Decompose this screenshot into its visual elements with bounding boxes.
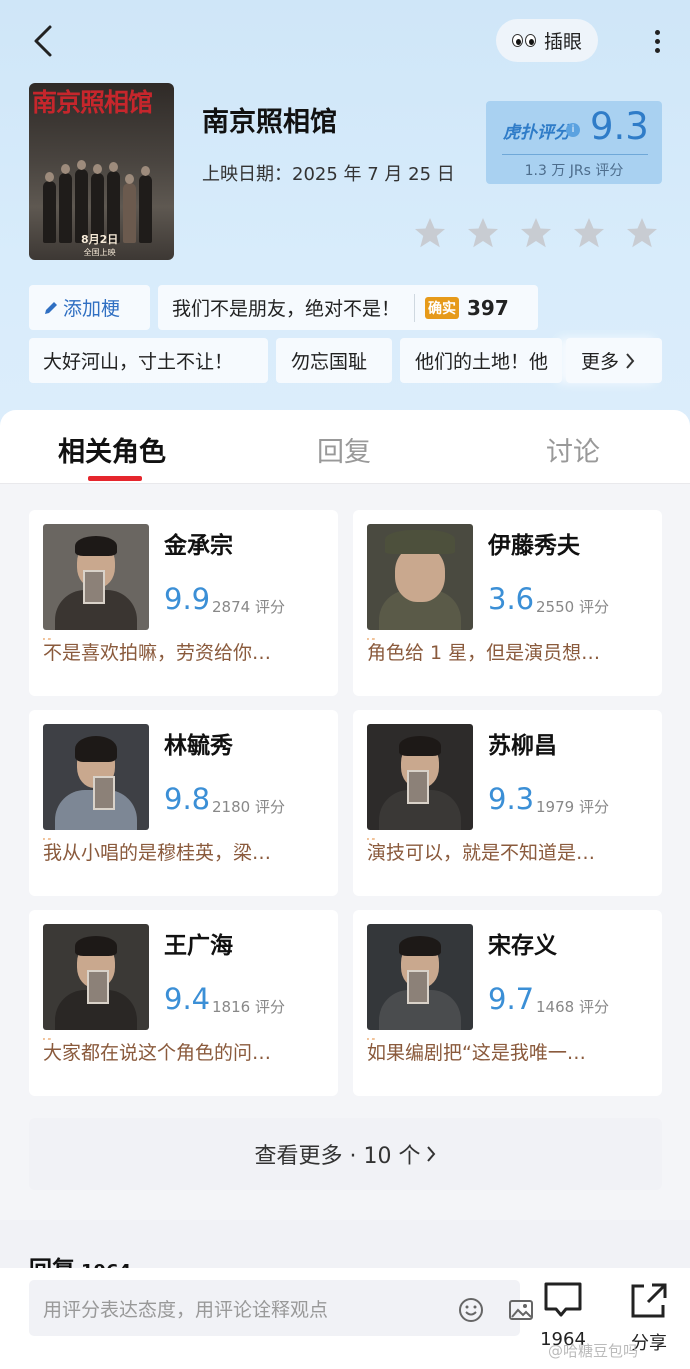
- movie-header: 插眼 南京照相馆 8月2日 全国上映 南京照相馆 上映日期：2025 年 7 月…: [0, 0, 690, 440]
- more-tags-label: 更多: [581, 351, 620, 373]
- role-name: 宋存义: [488, 933, 557, 959]
- role-photo: [43, 924, 149, 1030]
- movie-title: 南京照相馆: [202, 107, 337, 138]
- role-card[interactable]: 金承宗 9.9 2874 评分 不是喜欢拍嘛，劳资给你…: [29, 510, 338, 696]
- role-rating-count: 1468 评分: [536, 998, 609, 1016]
- role-rating-count: 2874 评分: [212, 598, 285, 616]
- role-photo: [367, 924, 473, 1030]
- role-card[interactable]: 苏柳昌 9.3 1979 评分 演技可以，就是不知道是…: [353, 710, 662, 896]
- see-more-roles-button[interactable]: 查看更多 · 10 个: [29, 1118, 662, 1190]
- active-tab-indicator: [88, 476, 142, 481]
- role-name: 王广海: [164, 933, 233, 959]
- more-dot-icon: [654, 47, 660, 53]
- agree-badge: 确实: [425, 296, 460, 319]
- bookmark-label: 插眼: [543, 31, 582, 53]
- see-more-label: 查看更多 · 10 个: [254, 1144, 421, 1169]
- chevron-left-icon: [34, 25, 52, 57]
- eyes-icon: [511, 34, 536, 47]
- role-quote: 不是喜欢拍嘛，劳资给你…: [43, 638, 333, 665]
- star-icon[interactable]: [412, 215, 448, 251]
- tag-chip[interactable]: 大好河山，寸土不让！: [29, 338, 268, 383]
- watermark: @哈糖豆包吗: [548, 1342, 639, 1360]
- role-card[interactable]: 伊藤秀夫 3.6 2550 评分 角色给 1 星，但是演员想…: [353, 510, 662, 696]
- content-sheet: 相关角色 回复 讨论 金承宗 9.9 2874 评分 不是喜欢拍嘛，劳资给你… …: [0, 410, 690, 1220]
- comment-placeholder: 用评分表达态度，用评论诠释观点: [43, 1298, 329, 1321]
- star-icon[interactable]: [518, 215, 554, 251]
- star-icon[interactable]: [465, 215, 501, 251]
- chip-divider: [414, 293, 416, 322]
- rating-stars[interactable]: [412, 215, 660, 251]
- role-name: 林毓秀: [164, 733, 233, 759]
- tag-text: 大好河山，寸土不让！: [43, 351, 234, 373]
- tag-chip[interactable]: 我们不是朋友，绝对不是！ 确实 397: [158, 285, 538, 330]
- roles-grid: 金承宗 9.9 2874 评分 不是喜欢拍嘛，劳资给你… 伊藤秀夫 3.6 25…: [0, 484, 690, 1220]
- role-quote: 角色给 1 星，但是演员想…: [367, 638, 657, 665]
- role-score: 3.6: [488, 582, 535, 616]
- role-score: 9.7: [488, 982, 535, 1016]
- score-divider: [502, 154, 648, 155]
- role-quote: 如果编剧把“这是我唯一…: [367, 1038, 657, 1065]
- add-tag-label: 添加梗: [63, 298, 121, 320]
- tag-text: 我们不是朋友，绝对不是！: [172, 298, 401, 320]
- role-rating-count: 2550 评分: [536, 598, 609, 616]
- role-score: 9.4: [164, 982, 211, 1016]
- bookmark-button[interactable]: 插眼: [496, 19, 598, 62]
- tab-bar: 相关角色 回复 讨论: [0, 410, 690, 484]
- comment-bubble-icon: [544, 1282, 582, 1317]
- tag-chip[interactable]: 他们的土地！他: [400, 338, 562, 383]
- tab-replies[interactable]: 回复: [317, 430, 371, 469]
- role-score: 9.3: [488, 782, 535, 816]
- movie-poster[interactable]: 南京照相馆 8月2日 全国上映: [29, 83, 174, 260]
- more-dot-icon: [654, 38, 660, 44]
- poster-date: 8月2日 全国上映: [81, 233, 119, 257]
- more-dot-icon: [654, 29, 660, 35]
- role-quote: 我从小唱的是穆桂英，梁…: [43, 838, 333, 865]
- role-quote: 大家都在说这个角色的问…: [43, 1038, 333, 1065]
- role-name: 苏柳昌: [488, 733, 557, 759]
- star-icon[interactable]: [624, 215, 660, 251]
- role-quote: 演技可以，就是不知道是…: [367, 838, 657, 865]
- comment-input[interactable]: 用评分表达态度，用评论诠释观点: [29, 1280, 533, 1336]
- role-rating-count: 1816 评分: [212, 998, 285, 1016]
- info-icon: i: [566, 123, 580, 137]
- overall-score: 9.3: [590, 105, 649, 148]
- role-photo: [43, 524, 149, 630]
- role-photo: [367, 724, 473, 830]
- replies-section-heading: 回复1964: [29, 1257, 131, 1270]
- image-icon[interactable]: [507, 1296, 535, 1324]
- star-icon[interactable]: [571, 215, 607, 251]
- tag-chip[interactable]: 勿忘国耻: [276, 338, 392, 383]
- poster-title: 南京照相馆: [32, 88, 153, 117]
- add-tag-button[interactable]: 添加梗: [29, 285, 150, 330]
- chevron-right-icon: [427, 1146, 436, 1162]
- share-icon: [631, 1283, 667, 1318]
- tab-discussion[interactable]: 讨论: [546, 430, 600, 469]
- role-rating-count: 2180 评分: [212, 798, 285, 816]
- score-count: 1.3 万 JRs 评分: [524, 163, 624, 179]
- role-card[interactable]: 林毓秀 9.8 2180 评分 我从小唱的是穆桂英，梁…: [29, 710, 338, 896]
- tab-roles[interactable]: 相关角色: [58, 430, 166, 469]
- release-date: 上映日期：2025 年 7 月 25 日: [202, 164, 455, 185]
- role-score: 9.9: [164, 582, 211, 616]
- emoji-icon[interactable]: [457, 1296, 485, 1324]
- agree-count: 397: [467, 295, 509, 320]
- role-card[interactable]: 宋存义 9.7 1468 评分 如果编剧把“这是我唯一…: [353, 910, 662, 1096]
- role-card[interactable]: 王广海 9.4 1816 评分 大家都在说这个角色的问…: [29, 910, 338, 1096]
- more-options-button[interactable]: [640, 22, 674, 60]
- chevron-right-icon: [626, 352, 635, 369]
- more-tags-button[interactable]: 更多: [566, 338, 662, 383]
- score-card[interactable]: 虎扑评分 i 9.3 1.3 万 JRs 评分: [486, 101, 662, 184]
- role-photo: [367, 524, 473, 630]
- tag-text: 勿忘国耻: [291, 351, 368, 373]
- role-photo: [43, 724, 149, 830]
- back-button[interactable]: [26, 22, 60, 60]
- score-logo: 虎扑评分: [503, 123, 571, 143]
- role-name: 金承宗: [164, 533, 233, 559]
- role-score: 9.8: [164, 782, 211, 816]
- role-rating-count: 1979 评分: [536, 798, 609, 816]
- tag-text: 他们的土地！他: [415, 351, 549, 373]
- role-name: 伊藤秀夫: [488, 533, 580, 559]
- pencil-icon: [45, 301, 57, 314]
